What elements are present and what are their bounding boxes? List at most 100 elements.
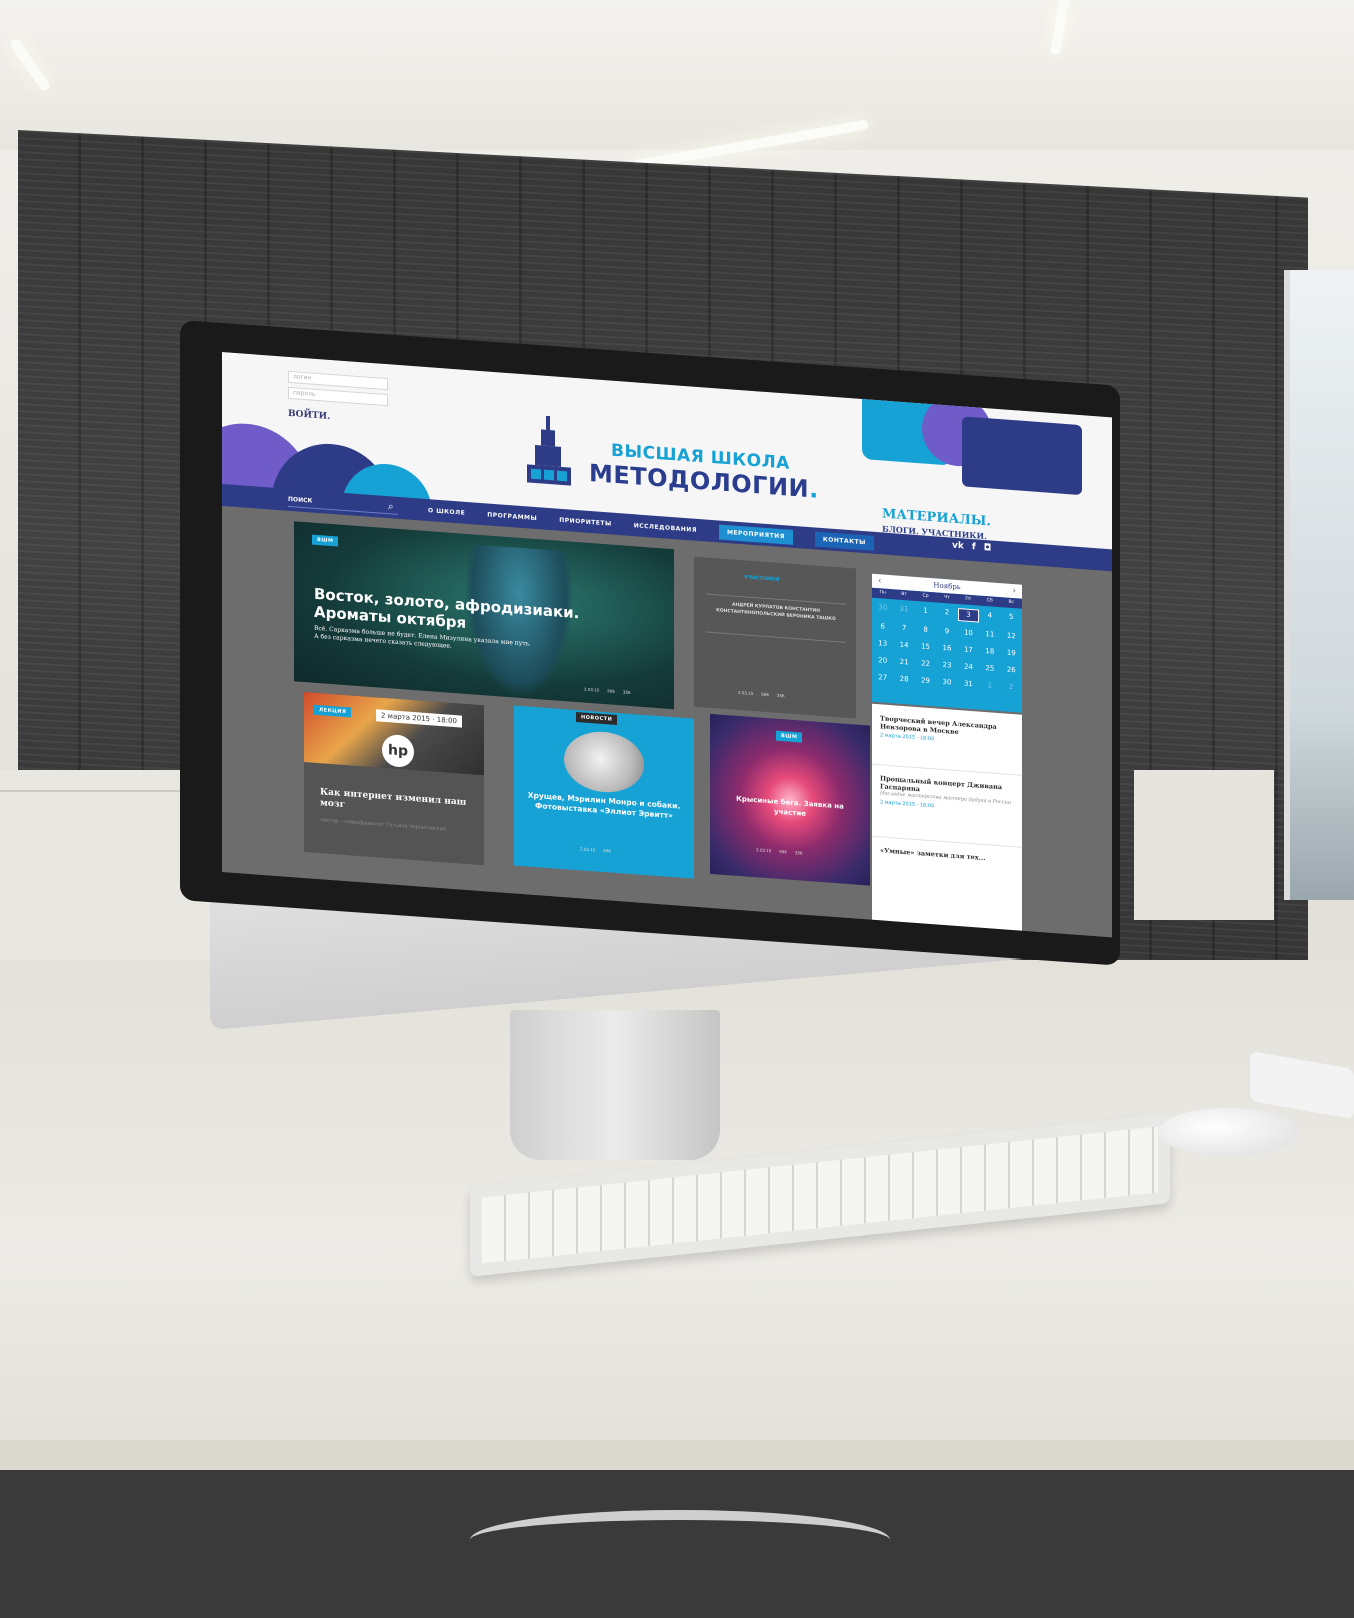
calendar-day[interactable]: 17 — [958, 644, 979, 657]
calendar-day[interactable]: 2 — [1001, 681, 1022, 694]
vk-icon[interactable]: vk — [952, 541, 964, 552]
calendar-day[interactable]: 2 — [936, 606, 957, 621]
calendar-day[interactable]: 26 — [1001, 664, 1022, 677]
comments-count: 356 — [622, 689, 631, 696]
calendar-day[interactable]: 16 — [936, 642, 957, 655]
side-desk — [1134, 770, 1274, 920]
card-tag: ВШМ — [776, 730, 803, 743]
event-item[interactable]: Прощальный концерт Дживана Гаспаряна Нас… — [880, 774, 1016, 815]
calendar-day[interactable]: 11 — [979, 629, 1000, 642]
calendar-day[interactable]: 29 — [915, 675, 936, 688]
calendar-day-selected[interactable]: 3 — [957, 608, 980, 623]
calendar-day[interactable]: 7 — [893, 622, 914, 635]
nav-item-programs[interactable]: ПРОГРАММЫ — [487, 511, 537, 522]
calendar-day[interactable]: 1 — [979, 680, 1000, 693]
calendar-day[interactable]: 30 — [936, 676, 957, 689]
comments-count: 356 — [794, 850, 803, 856]
calendar-day[interactable]: 9 — [936, 625, 957, 638]
lecture-subtitle: лектор - нейрофизиолог Татьяна Черниговс… — [320, 817, 446, 833]
calendar-day[interactable]: 10 — [958, 627, 979, 640]
feature-card[interactable]: ВШМ Восток, золото, афродизиаки. Ароматы… — [294, 521, 674, 710]
news-image — [564, 729, 644, 795]
date-label: 2.03.15 — [584, 686, 600, 693]
date-label: 2.03.15 — [738, 689, 754, 697]
site-logo[interactable]: ВЫСШАЯ ШКОЛА МЕТОДОЛОГИИ. — [527, 414, 819, 507]
imac-stand — [510, 1010, 720, 1160]
event-card-title[interactable]: Крысиные бега. Заявка на участие — [720, 793, 860, 823]
card-meta: 2.03.15 566 356 — [738, 690, 785, 698]
news-title[interactable]: Хрущев, Мэрилин Монро и собаки. Фотовыст… — [524, 790, 684, 822]
ceiling — [0, 0, 1354, 150]
calendar-day[interactable]: 23 — [936, 659, 957, 672]
login-button[interactable]: ВОЙТИ. — [288, 409, 330, 422]
card-tag: НОВОСТИ — [576, 711, 618, 726]
calendar-day[interactable]: 31 — [893, 603, 914, 618]
calendar-day[interactable]: 24 — [958, 661, 979, 674]
calendar-day[interactable]: 18 — [979, 646, 1000, 659]
members-card[interactable]: УЧАСТНИКИ АНДРЕЙ КУРПАТОВ КОНСТАНТИН КОН… — [694, 556, 856, 719]
divider — [706, 631, 846, 643]
social-links: vk f ◘ — [952, 541, 991, 554]
facebook-icon[interactable]: f — [972, 542, 976, 552]
calendar-day[interactable]: 12 — [1001, 630, 1022, 643]
views-count: 566 — [603, 847, 611, 854]
calendar-grid: 30 31 1 2 3 4 5 6 7 8 9 10 11 12 13 14 1 — [872, 602, 1022, 694]
calendar-day[interactable]: 20 — [872, 655, 893, 668]
chevron-right-icon[interactable]: › — [1012, 584, 1016, 598]
calendar-day[interactable]: 13 — [872, 638, 893, 651]
header-decoration — [962, 416, 1082, 496]
login-form: логин пароль — [288, 370, 388, 410]
event-card[interactable]: ВШМ Крысиные бега. Заявка на участие 2.0… — [710, 713, 870, 886]
card-meta: 2.03.15 566 — [580, 846, 611, 853]
card-meta: 2.03.15 566 356 — [756, 847, 803, 855]
password-field[interactable]: пароль — [288, 386, 388, 407]
divider — [872, 763, 1022, 776]
card-meta: 2.03.15 566 356 — [584, 687, 631, 695]
calendar-day[interactable]: 25 — [979, 663, 1000, 676]
chevron-left-icon[interactable]: ‹ — [878, 574, 882, 588]
event-item[interactable]: «Умные» заметки для тех... — [880, 846, 1016, 864]
search-icon[interactable]: ⌕ — [388, 500, 400, 515]
date-label: 2.03.15 — [756, 847, 772, 854]
card-tag: ВШМ — [312, 534, 339, 547]
calendar-day[interactable]: 27 — [872, 672, 893, 685]
news-card[interactable]: НОВОСТИ Хрущев, Мэрилин Монро и собаки. … — [514, 705, 694, 879]
mouse — [1158, 1108, 1298, 1156]
calendar-day[interactable]: 4 — [979, 610, 1000, 625]
calendar-day[interactable]: 30 — [872, 602, 893, 617]
calendar-day[interactable]: 31 — [958, 678, 979, 691]
calendar-day[interactable]: 1 — [915, 605, 936, 620]
event-item[interactable]: Творческий вечер Александра Невзорова в … — [880, 714, 1016, 748]
content-grid: ВШМ Восток, золото, афродизиаки. Ароматы… — [222, 506, 1112, 938]
calendar-day[interactable]: 15 — [915, 641, 936, 654]
window — [1284, 270, 1354, 900]
office-scene: логин пароль ВОЙТИ. ВЫСШАЯ ШКОЛА МЕТОДОЛ… — [0, 0, 1354, 1618]
events-list: Творческий вечер Александра Невзорова в … — [872, 703, 1022, 931]
card-label: УЧАСТНИКИ — [744, 574, 780, 583]
nav-item-research[interactable]: ИССЛЕДОВАНИЯ — [634, 522, 697, 534]
university-tower-icon — [527, 415, 571, 486]
calendar-day[interactable]: 5 — [1001, 611, 1022, 626]
lecture-card[interactable]: ЛЕКЦИЯ 2 марта 2015 · 18:00 hp Как интер… — [304, 692, 484, 866]
website-screen: логин пароль ВОЙТИ. ВЫСШАЯ ШКОЛА МЕТОДОЛ… — [222, 352, 1112, 938]
events-calendar: ‹ Ноябрь › Пн Вт Ср Чт Пт Сб Вс 30 31 1 2 3 4 … — [872, 573, 1022, 713]
calendar-day[interactable]: 14 — [893, 639, 914, 652]
chair-base — [470, 1510, 890, 1570]
nav-item-contacts[interactable]: КОНТАКТЫ — [814, 531, 874, 551]
nav-item-about[interactable]: О ШКОЛЕ — [428, 507, 465, 517]
divider — [872, 835, 1022, 848]
calendar-day[interactable]: 22 — [915, 658, 936, 671]
nav-item-events[interactable]: МЕРОПРИЯТИЯ — [718, 523, 793, 545]
calendar-day[interactable]: 28 — [893, 673, 914, 686]
calendar-day[interactable]: 8 — [915, 624, 936, 637]
instagram-icon[interactable]: ◘ — [984, 543, 992, 554]
nav-item-priorities[interactable]: ПРИОРИТЕТЫ — [559, 516, 611, 527]
lecture-title[interactable]: Как интернет изменил наш мозг — [320, 787, 480, 821]
views-count: 566 — [607, 688, 615, 694]
views-count: 566 — [761, 691, 769, 698]
calendar-day[interactable]: 6 — [872, 621, 893, 634]
calendar-day[interactable]: 19 — [1001, 647, 1022, 660]
comments-count: 356 — [776, 692, 785, 699]
calendar-day[interactable]: 21 — [893, 656, 914, 669]
views-count: 566 — [779, 848, 787, 855]
